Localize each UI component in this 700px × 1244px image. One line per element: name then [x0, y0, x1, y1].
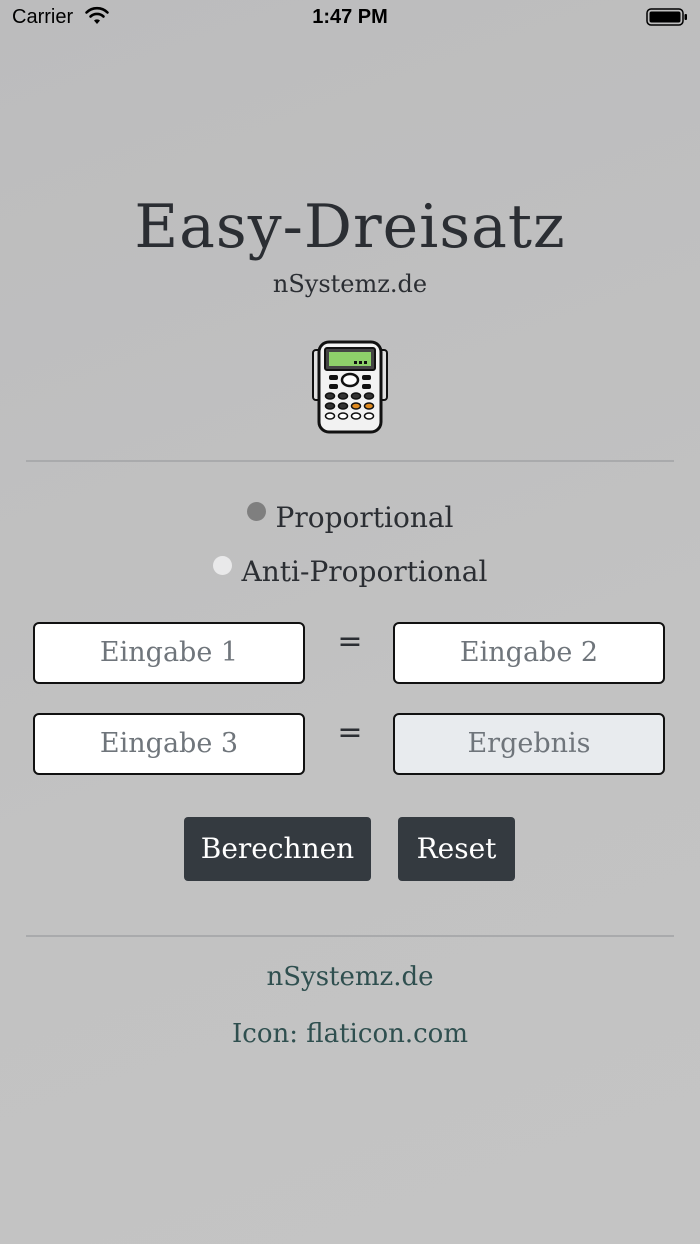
eingabe-2-field[interactable]: Eingabe 2 [393, 622, 665, 684]
radio-selected-indicator[interactable] [246, 502, 266, 521]
bottom-divider [26, 935, 674, 937]
calculate-button[interactable]: Berechnen [184, 817, 371, 881]
app-title: Easy-Dreisatz [134, 192, 566, 262]
eingabe-1-field[interactable]: Eingabe 1 [33, 622, 305, 684]
top-divider [26, 460, 674, 462]
radio-proportional[interactable]: Proportional [0, 500, 700, 536]
reset-button[interactable]: Reset [398, 817, 515, 881]
site-link[interactable]: nSystemz.de [0, 962, 700, 992]
radio-label-proportional: Proportional [275, 501, 454, 534]
ergebnis-field: Ergebnis [393, 713, 665, 775]
radio-anti-proportional[interactable]: Anti-Proportional [0, 554, 700, 590]
battery-icon [646, 8, 687, 26]
status-bar: Carrier 1:47 PM [0, 0, 700, 36]
equals-sign-2: = [337, 715, 363, 750]
eingabe-3-field[interactable]: Eingabe 3 [33, 713, 305, 775]
calculator-icon [312, 340, 388, 434]
app-subtitle: nSystemz.de [272, 270, 428, 298]
icon-credit-link[interactable]: Icon: flaticon.com [0, 1019, 700, 1049]
radio-label-anti-proportional: Anti-Proportional [241, 555, 488, 588]
status-time: 1:47 PM [312, 6, 388, 28]
radio-unselected-indicator[interactable] [212, 556, 232, 575]
equals-sign-1: = [337, 624, 363, 659]
